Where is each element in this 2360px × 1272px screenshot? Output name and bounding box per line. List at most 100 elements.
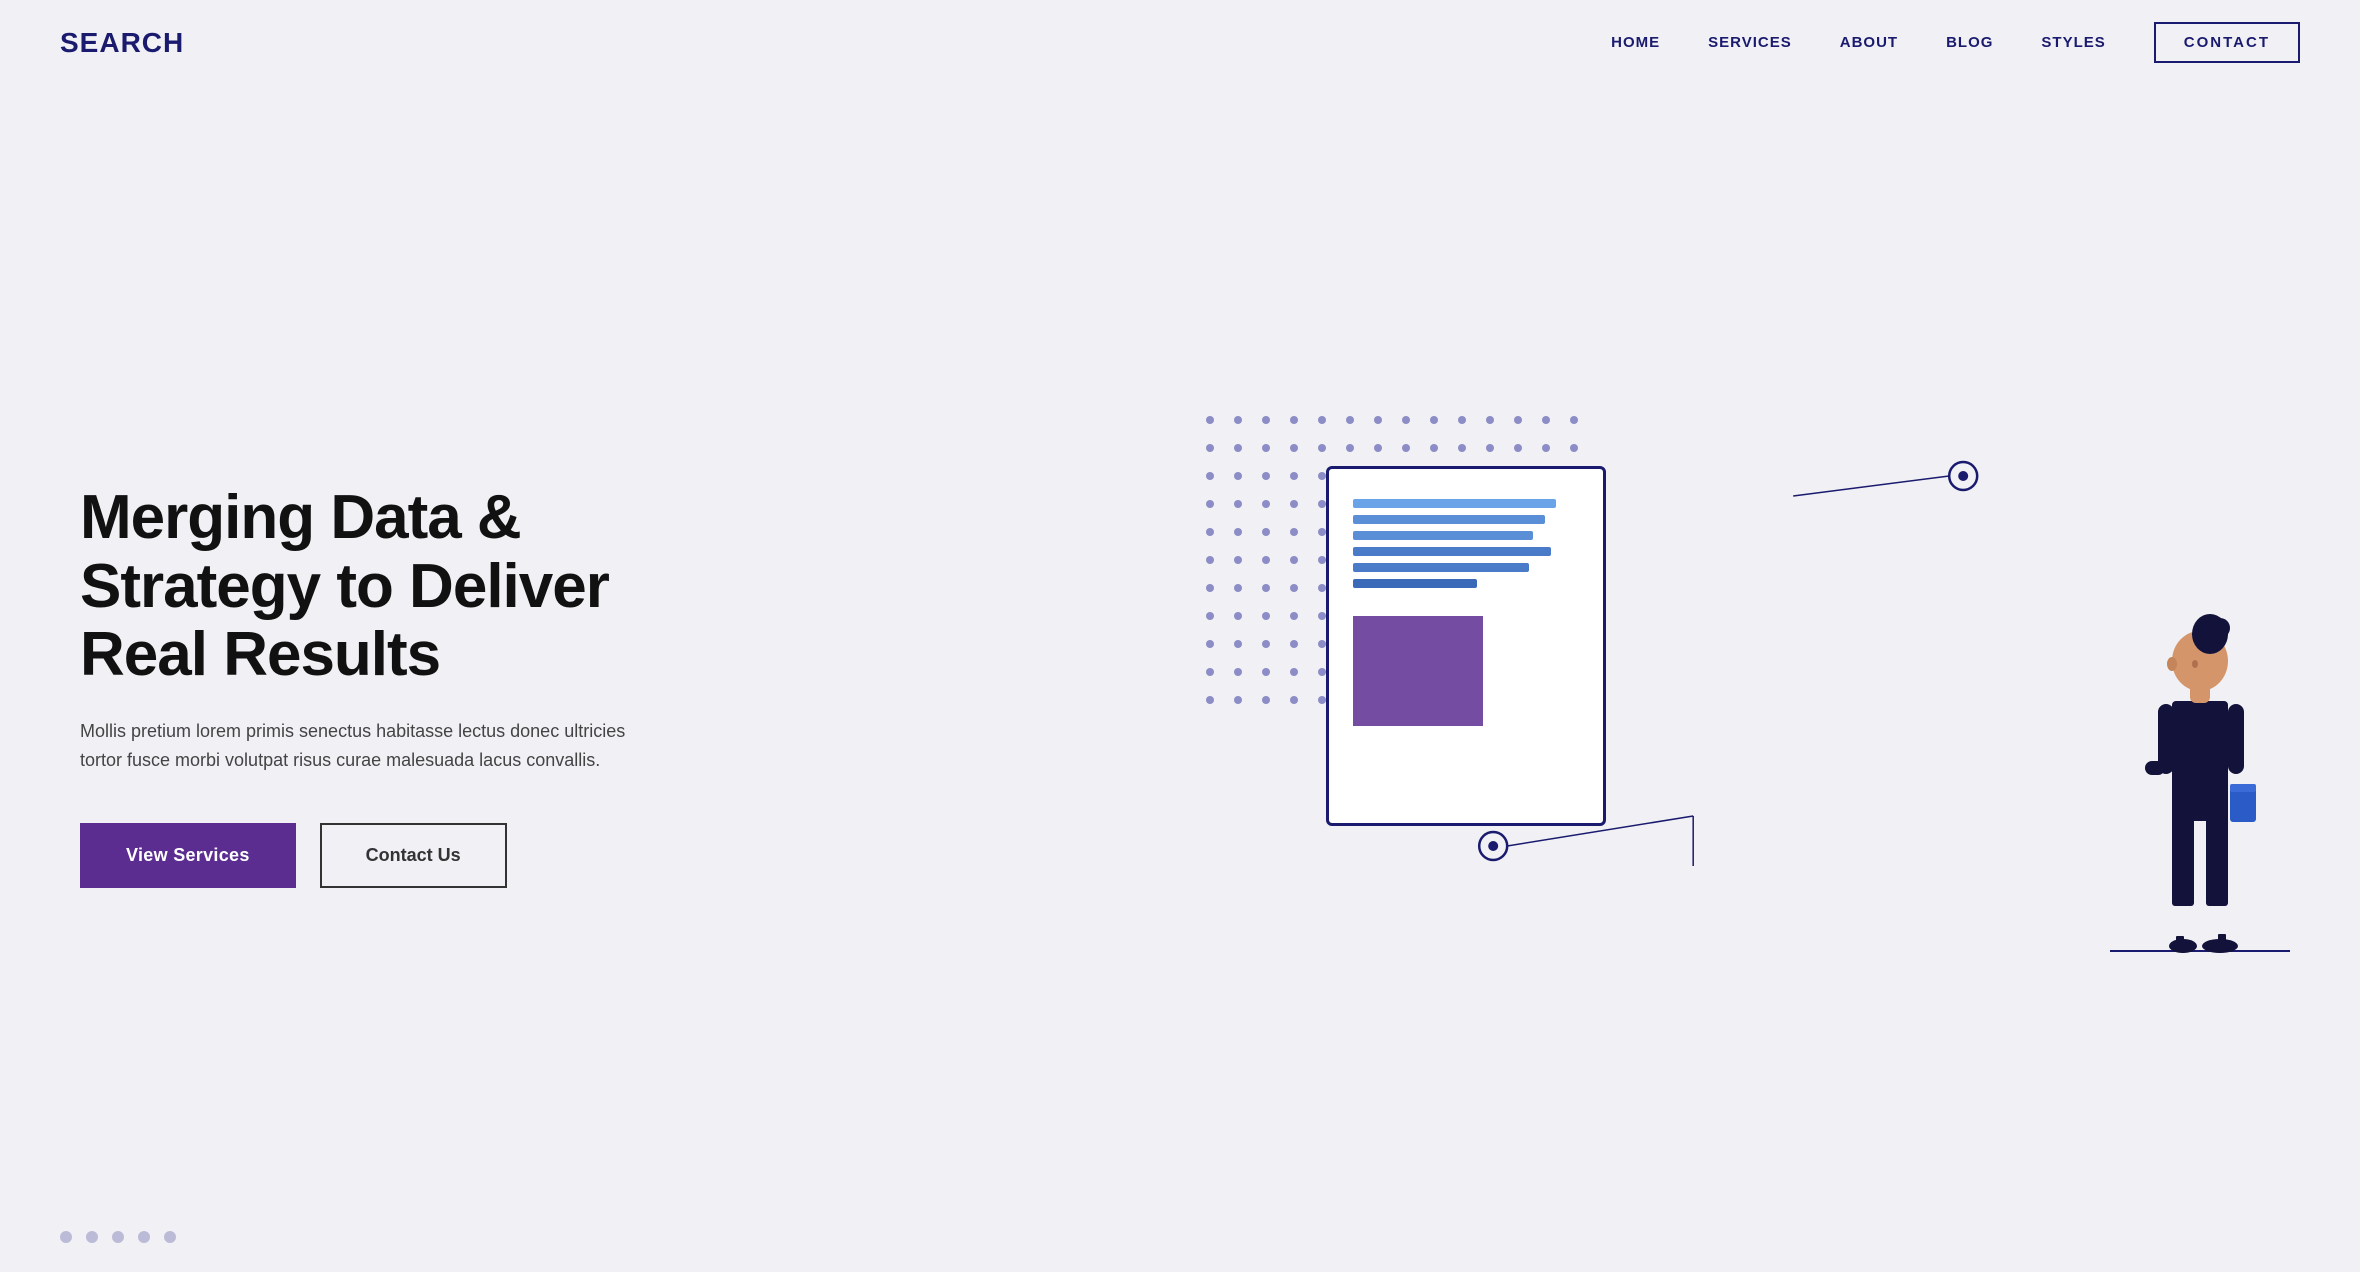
grid-dot xyxy=(1318,612,1326,620)
site-logo[interactable]: SEARCH xyxy=(60,27,184,59)
grid-dot xyxy=(1290,472,1298,480)
page-dot-5[interactable] xyxy=(164,1231,176,1243)
doc-line-2 xyxy=(1353,515,1545,524)
grid-dot xyxy=(1262,668,1270,676)
grid-dot xyxy=(1234,640,1242,648)
grid-dot xyxy=(1234,500,1242,508)
hero-section: Merging Data & Strategy to Deliver Real … xyxy=(0,85,2360,1267)
grid-dot xyxy=(1402,416,1410,424)
grid-dot xyxy=(1234,556,1242,564)
page-dot-4[interactable] xyxy=(138,1231,150,1243)
grid-dot xyxy=(1206,668,1214,676)
navbar: SEARCH HOME SERVICES ABOUT BLOG STYLES C… xyxy=(0,0,2360,85)
nav-link-blog[interactable]: BLOG xyxy=(1946,34,1993,51)
nav-item-blog[interactable]: BLOG xyxy=(1946,34,1993,52)
grid-dot xyxy=(1290,696,1298,704)
grid-dot xyxy=(1262,500,1270,508)
nav-item-contact[interactable]: CONTACT xyxy=(2154,22,2300,63)
grid-dot xyxy=(1346,444,1354,452)
grid-dot xyxy=(1570,444,1578,452)
grid-dot xyxy=(1570,416,1578,424)
grid-dot xyxy=(1234,668,1242,676)
grid-dot xyxy=(1486,416,1494,424)
nav-item-styles[interactable]: STYLES xyxy=(2041,34,2105,52)
nav-item-about[interactable]: ABOUT xyxy=(1840,34,1898,52)
grid-dot xyxy=(1318,556,1326,564)
grid-dot xyxy=(1262,472,1270,480)
nav-link-about[interactable]: ABOUT xyxy=(1840,34,1898,51)
grid-dot xyxy=(1290,584,1298,592)
grid-dot xyxy=(1318,528,1326,536)
page-dot-2[interactable] xyxy=(86,1231,98,1243)
hero-illustration: const grid = document.querySelector('.do… xyxy=(1146,386,2300,986)
doc-line-6 xyxy=(1353,579,1477,588)
grid-dot xyxy=(1430,416,1438,424)
nav-link-services[interactable]: SERVICES xyxy=(1708,34,1792,51)
document-card xyxy=(1326,466,1606,826)
nav-contact-button[interactable]: CONTACT xyxy=(2154,22,2300,63)
grid-dot xyxy=(1290,668,1298,676)
nav-link-home[interactable]: HOME xyxy=(1611,34,1660,51)
page-dot-1[interactable] xyxy=(60,1231,72,1243)
grid-dot xyxy=(1262,528,1270,536)
grid-dot xyxy=(1290,556,1298,564)
grid-dot xyxy=(1206,500,1214,508)
grid-dot xyxy=(1514,444,1522,452)
grid-dot xyxy=(1262,612,1270,620)
grid-dot xyxy=(1318,444,1326,452)
nav-item-services[interactable]: SERVICES xyxy=(1708,34,1792,52)
doc-line-4 xyxy=(1353,547,1552,556)
doc-line-1 xyxy=(1353,499,1556,508)
grid-dot xyxy=(1206,612,1214,620)
nav-item-home[interactable]: HOME xyxy=(1611,34,1660,52)
grid-dot xyxy=(1374,444,1382,452)
grid-dot xyxy=(1234,528,1242,536)
grid-dot xyxy=(1346,416,1354,424)
grid-dot xyxy=(1262,444,1270,452)
woman-illustration xyxy=(2100,546,2300,966)
grid-dot xyxy=(1206,416,1214,424)
grid-dot xyxy=(1542,416,1550,424)
grid-dot xyxy=(1262,556,1270,564)
view-services-button[interactable]: View Services xyxy=(80,823,296,888)
grid-dot xyxy=(1206,696,1214,704)
grid-dot xyxy=(1206,556,1214,564)
hero-title: Merging Data & Strategy to Deliver Real … xyxy=(80,484,700,689)
nav-links: HOME SERVICES ABOUT BLOG STYLES CONTACT xyxy=(1611,22,2300,63)
grid-dot xyxy=(1290,528,1298,536)
grid-dot xyxy=(1290,500,1298,508)
grid-dot xyxy=(1234,584,1242,592)
doc-line-3 xyxy=(1353,531,1534,540)
hero-subtitle: Mollis pretium lorem primis senectus hab… xyxy=(80,717,640,775)
grid-dot xyxy=(1262,584,1270,592)
grid-dot xyxy=(1458,416,1466,424)
grid-dot xyxy=(1234,416,1242,424)
grid-dot xyxy=(1262,640,1270,648)
grid-dot xyxy=(1318,500,1326,508)
grid-dot xyxy=(1290,416,1298,424)
grid-dot xyxy=(1402,444,1410,452)
grid-dot xyxy=(1290,444,1298,452)
grid-dot xyxy=(1458,444,1466,452)
grid-dot xyxy=(1318,416,1326,424)
grid-dot xyxy=(1206,472,1214,480)
doc-line-5 xyxy=(1353,563,1529,572)
grid-dot xyxy=(1206,444,1214,452)
grid-dot xyxy=(1234,472,1242,480)
grid-dot xyxy=(1206,640,1214,648)
grid-dot xyxy=(1234,612,1242,620)
grid-dot xyxy=(1318,472,1326,480)
nav-link-styles[interactable]: STYLES xyxy=(2041,34,2105,51)
hero-content: Merging Data & Strategy to Deliver Real … xyxy=(80,484,700,887)
grid-dot xyxy=(1262,696,1270,704)
grid-dot xyxy=(1486,444,1494,452)
grid-dot xyxy=(1206,584,1214,592)
grid-dot xyxy=(1234,444,1242,452)
pagination-dots xyxy=(60,1231,176,1243)
page-dot-3[interactable] xyxy=(112,1231,124,1243)
grid-dot xyxy=(1318,584,1326,592)
contact-us-button[interactable]: Contact Us xyxy=(320,823,507,888)
grid-dot xyxy=(1542,444,1550,452)
hero-buttons: View Services Contact Us xyxy=(80,823,700,888)
grid-dot xyxy=(1318,640,1326,648)
